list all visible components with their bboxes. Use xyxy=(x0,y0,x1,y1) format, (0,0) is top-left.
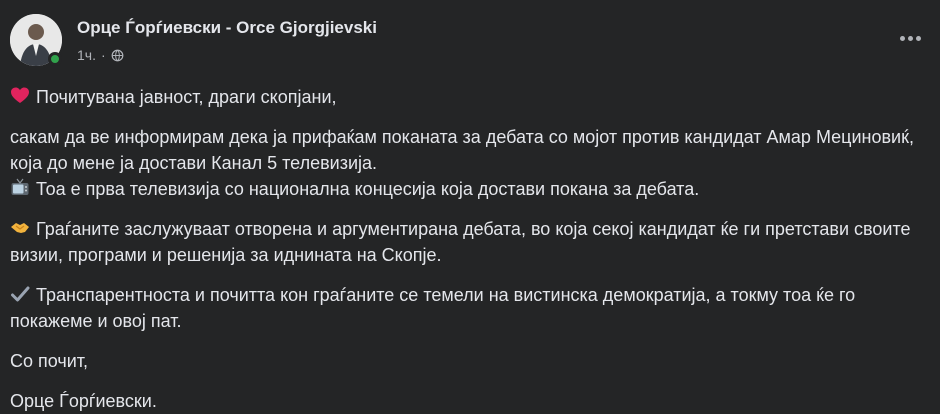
dot-icon xyxy=(907,35,913,41)
facebook-post: Орце Ѓорѓиевски - Orce Gjorgjievski 1ч. … xyxy=(0,0,940,412)
heart-icon xyxy=(11,87,29,103)
dot-icon xyxy=(915,35,921,41)
post-paragraph: Граѓаните заслужуваат отворена и аргумен… xyxy=(10,216,925,268)
post-paragraph: Со почит, xyxy=(10,348,925,374)
handshake-icon xyxy=(11,223,29,233)
post-paragraph: Тоа е прва телевизија со национална конц… xyxy=(10,176,925,202)
paragraph-text: Орце Ѓорѓиевски. xyxy=(10,391,157,411)
post-paragraph: Почитувана јавност, драги скопјани, xyxy=(10,84,925,110)
tv-icon xyxy=(11,178,29,195)
online-status-dot xyxy=(48,52,62,66)
author-name[interactable]: Орце Ѓорѓиевски - Orce Gjorgjievski xyxy=(77,18,377,38)
paragraph-text: Почитувана јавност, драги скопјани, xyxy=(36,87,337,107)
paragraph-text: сакам да ве информирам дека ја прифаќам … xyxy=(10,127,914,173)
paragraph-text: Со почит, xyxy=(10,351,89,371)
meta-separator: · xyxy=(100,47,106,63)
post-paragraph: Транспарентноста и почитта кон граѓаните… xyxy=(10,282,925,334)
more-options-button[interactable] xyxy=(894,28,926,48)
post-header: Орце Ѓорѓиевски - Orce Gjorgjievski 1ч. … xyxy=(10,12,930,72)
paragraph-text: Тоа е прва телевизија со национална конц… xyxy=(36,179,700,199)
post-paragraph: сакам да ве информирам дека ја прифаќам … xyxy=(10,124,925,176)
paragraph-text: Граѓаните заслужуваат отворена и аргумен… xyxy=(10,219,911,265)
check-icon xyxy=(11,286,30,302)
globe-icon xyxy=(111,49,124,61)
post-paragraph: Орце Ѓорѓиевски. xyxy=(10,388,925,414)
paragraph-text: Транспарентноста и почитта кон граѓаните… xyxy=(10,285,856,331)
post-body: Почитувана јавност, драги скопјани, сака… xyxy=(10,84,925,414)
dot-icon xyxy=(899,35,905,41)
post-time[interactable]: 1ч. xyxy=(77,47,96,63)
post-meta: 1ч. · xyxy=(77,47,124,63)
